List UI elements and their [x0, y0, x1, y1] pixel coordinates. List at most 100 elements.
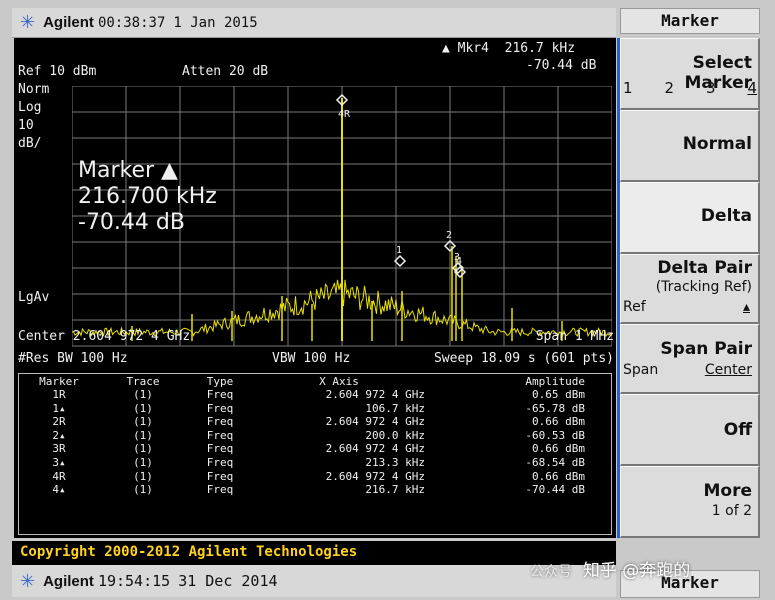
agilent-star-icon: ✳	[20, 570, 36, 591]
marker-table-header: Marker Trace Type X Axis Amplitude	[19, 374, 611, 388]
copyright-banner: Copyright 2000-2012 Agilent Technologies	[12, 541, 616, 565]
delta-label: Delta	[700, 206, 752, 226]
brand-label: Agilent	[43, 14, 94, 31]
cell-type: Freq	[206, 442, 234, 456]
marker-option-1[interactable]: 1	[623, 79, 633, 97]
off-label: Off	[723, 420, 752, 440]
normal-label: Normal	[682, 134, 752, 154]
cell-x-axis: 213.3 kHz	[365, 455, 425, 469]
cell-amplitude: -70.44 dB	[525, 483, 585, 497]
marker-table-row: 3▴ (1) Freq 213.3 kHz -68.54 dB	[19, 456, 611, 470]
scale-norm: Norm	[18, 82, 50, 97]
spectrum-screen: ▲ Mkr4 216.7 kHz -70.44 dB Ref 10 dBm At…	[14, 38, 616, 538]
cell-trace: (1)	[133, 428, 153, 442]
more-label: More	[703, 481, 752, 501]
cell-amplitude: -68.54 dB	[525, 455, 585, 469]
watermark-small: 公众号	[530, 564, 572, 580]
marker-diamond-label: 4R	[338, 109, 351, 120]
brand-label: Agilent	[43, 572, 94, 590]
more-softkey[interactable]: More 1 of 2	[620, 466, 760, 538]
delta-pair-softkey[interactable]: Delta Pair (Tracking Ref) Ref ▴	[620, 254, 760, 324]
active-marker-display: Marker ▲ 216.700 kHz -70.44 dB	[78, 158, 217, 236]
center-span-line: Center 2.604 972 4 GHz Span 1 MHz	[18, 329, 614, 345]
status-time: 00:38:37	[97, 14, 166, 31]
normal-softkey[interactable]: Normal	[620, 110, 760, 182]
active-marker-frequency: 216.700 kHz	[78, 184, 217, 209]
header-amplitude: Amplitude	[525, 375, 585, 388]
cell-marker: 1R	[52, 388, 66, 401]
menu-title: Marker	[620, 8, 760, 34]
cell-x-axis: 216.7 kHz	[365, 483, 425, 497]
cell-trace: (1)	[133, 455, 153, 469]
delta-pair-label: Delta Pair	[657, 258, 752, 278]
marker-diamond-label: 1	[396, 245, 402, 256]
span-pair-span: Span	[623, 362, 659, 378]
cell-amplitude: 0.66 dBm	[532, 442, 585, 456]
cell-x-axis: 106.7 kHz	[365, 401, 425, 415]
cell-trace: (1)	[133, 401, 153, 415]
header-type: Type	[206, 375, 234, 388]
marker-table-row: 2R (1) Freq 2.604 972 4 GHz 0.66 dBm	[19, 415, 611, 429]
cell-type: Freq	[206, 483, 234, 497]
status-time: 19:54:15	[97, 572, 171, 590]
marker-option-3[interactable]: 3	[706, 79, 716, 97]
marker-diamonds: 4R1234	[335, 93, 467, 279]
span-pair-softkey[interactable]: Span Pair Span Center	[620, 324, 760, 394]
scale-dbdiv: dB/	[18, 136, 42, 151]
marker-table-row: 4▴ (1) Freq 216.7 kHz -70.44 dB	[19, 483, 611, 497]
cell-marker: 2▴	[52, 428, 66, 442]
agilent-star-icon: ✳	[20, 12, 36, 32]
cell-x-axis: 2.604 972 4 GHz	[325, 469, 425, 483]
marker-option-4[interactable]: 4	[747, 79, 757, 97]
reference-level: Ref 10 dBm	[18, 64, 97, 79]
active-marker-amplitude: -70.44 dB	[78, 210, 185, 235]
active-marker-title: Marker ▲	[78, 158, 178, 183]
cell-marker: 4R	[52, 469, 66, 483]
marker-table-row: 1R (1) Freq 2.604 972 4 GHz 0.65 dBm	[19, 388, 611, 402]
cell-marker: 1▴	[52, 401, 66, 415]
status-date: 31 Dec 2014	[178, 572, 278, 590]
cell-marker: 3R	[52, 442, 66, 456]
watermark-main: 知乎 @奔跑的	[582, 561, 691, 581]
off-softkey[interactable]: Off	[620, 394, 760, 466]
more-page: 1 of 2	[711, 503, 752, 519]
center-frequency: Center 2.604 972 4 GHz	[18, 329, 191, 344]
delta-pair-delta: ▴	[742, 299, 750, 315]
bottom-status-bar: ✳ Agilent 19:54:15 31 Dec 2014	[12, 565, 616, 597]
span-pair-center: Center	[704, 362, 752, 378]
select-marker-options: 1 2 3 4	[623, 79, 757, 97]
attenuation: Atten 20 dB	[182, 64, 269, 79]
cell-marker: 2R	[52, 415, 66, 429]
cell-amplitude: 0.66 dBm	[532, 469, 585, 483]
cell-x-axis: 2.604 972 4 GHz	[325, 442, 425, 456]
res-bw: #Res BW 100 Hz	[18, 351, 128, 366]
cell-type: Freq	[206, 415, 234, 429]
span-value: Span 1 MHz	[535, 329, 614, 344]
span-pair-label: Span Pair	[660, 339, 752, 359]
select-marker-softkey[interactable]: Select Marker 1 2 3 4	[620, 38, 760, 110]
cell-trace: (1)	[133, 415, 153, 429]
cell-marker: 4▴	[52, 483, 66, 497]
cell-trace: (1)	[133, 388, 153, 401]
header-marker: Marker	[39, 375, 79, 388]
cell-amplitude: 0.66 dBm	[532, 415, 585, 429]
cell-type: Freq	[206, 388, 234, 401]
delta-pair-ref: Ref	[623, 299, 646, 315]
marker-table: Marker Trace Type X Axis Amplitude 1R (1)…	[18, 373, 612, 535]
marker-option-2[interactable]: 2	[664, 79, 674, 97]
delta-softkey[interactable]: Delta	[620, 182, 760, 254]
delta-pair-sub: (Tracking Ref)	[655, 279, 752, 295]
marker-table-row: 2▴ (1) Freq 200.0 kHz -60.53 dB	[19, 429, 611, 443]
cell-type: Freq	[206, 469, 234, 483]
cell-type: Freq	[206, 428, 234, 442]
scale-log: Log	[18, 100, 42, 115]
header-trace: Trace	[126, 375, 160, 388]
vbw: VBW 100 Hz	[272, 351, 351, 366]
cell-trace: (1)	[133, 469, 153, 483]
cell-marker: 3▴	[52, 455, 66, 469]
header-x-axis: X Axis	[319, 375, 359, 388]
marker-diamond-label: 4	[456, 256, 462, 267]
cell-trace: (1)	[133, 442, 153, 456]
cell-x-axis: 2.604 972 4 GHz	[325, 415, 425, 429]
top-status-bar: ✳ Agilent 00:38:37 1 Jan 2015	[12, 8, 616, 38]
